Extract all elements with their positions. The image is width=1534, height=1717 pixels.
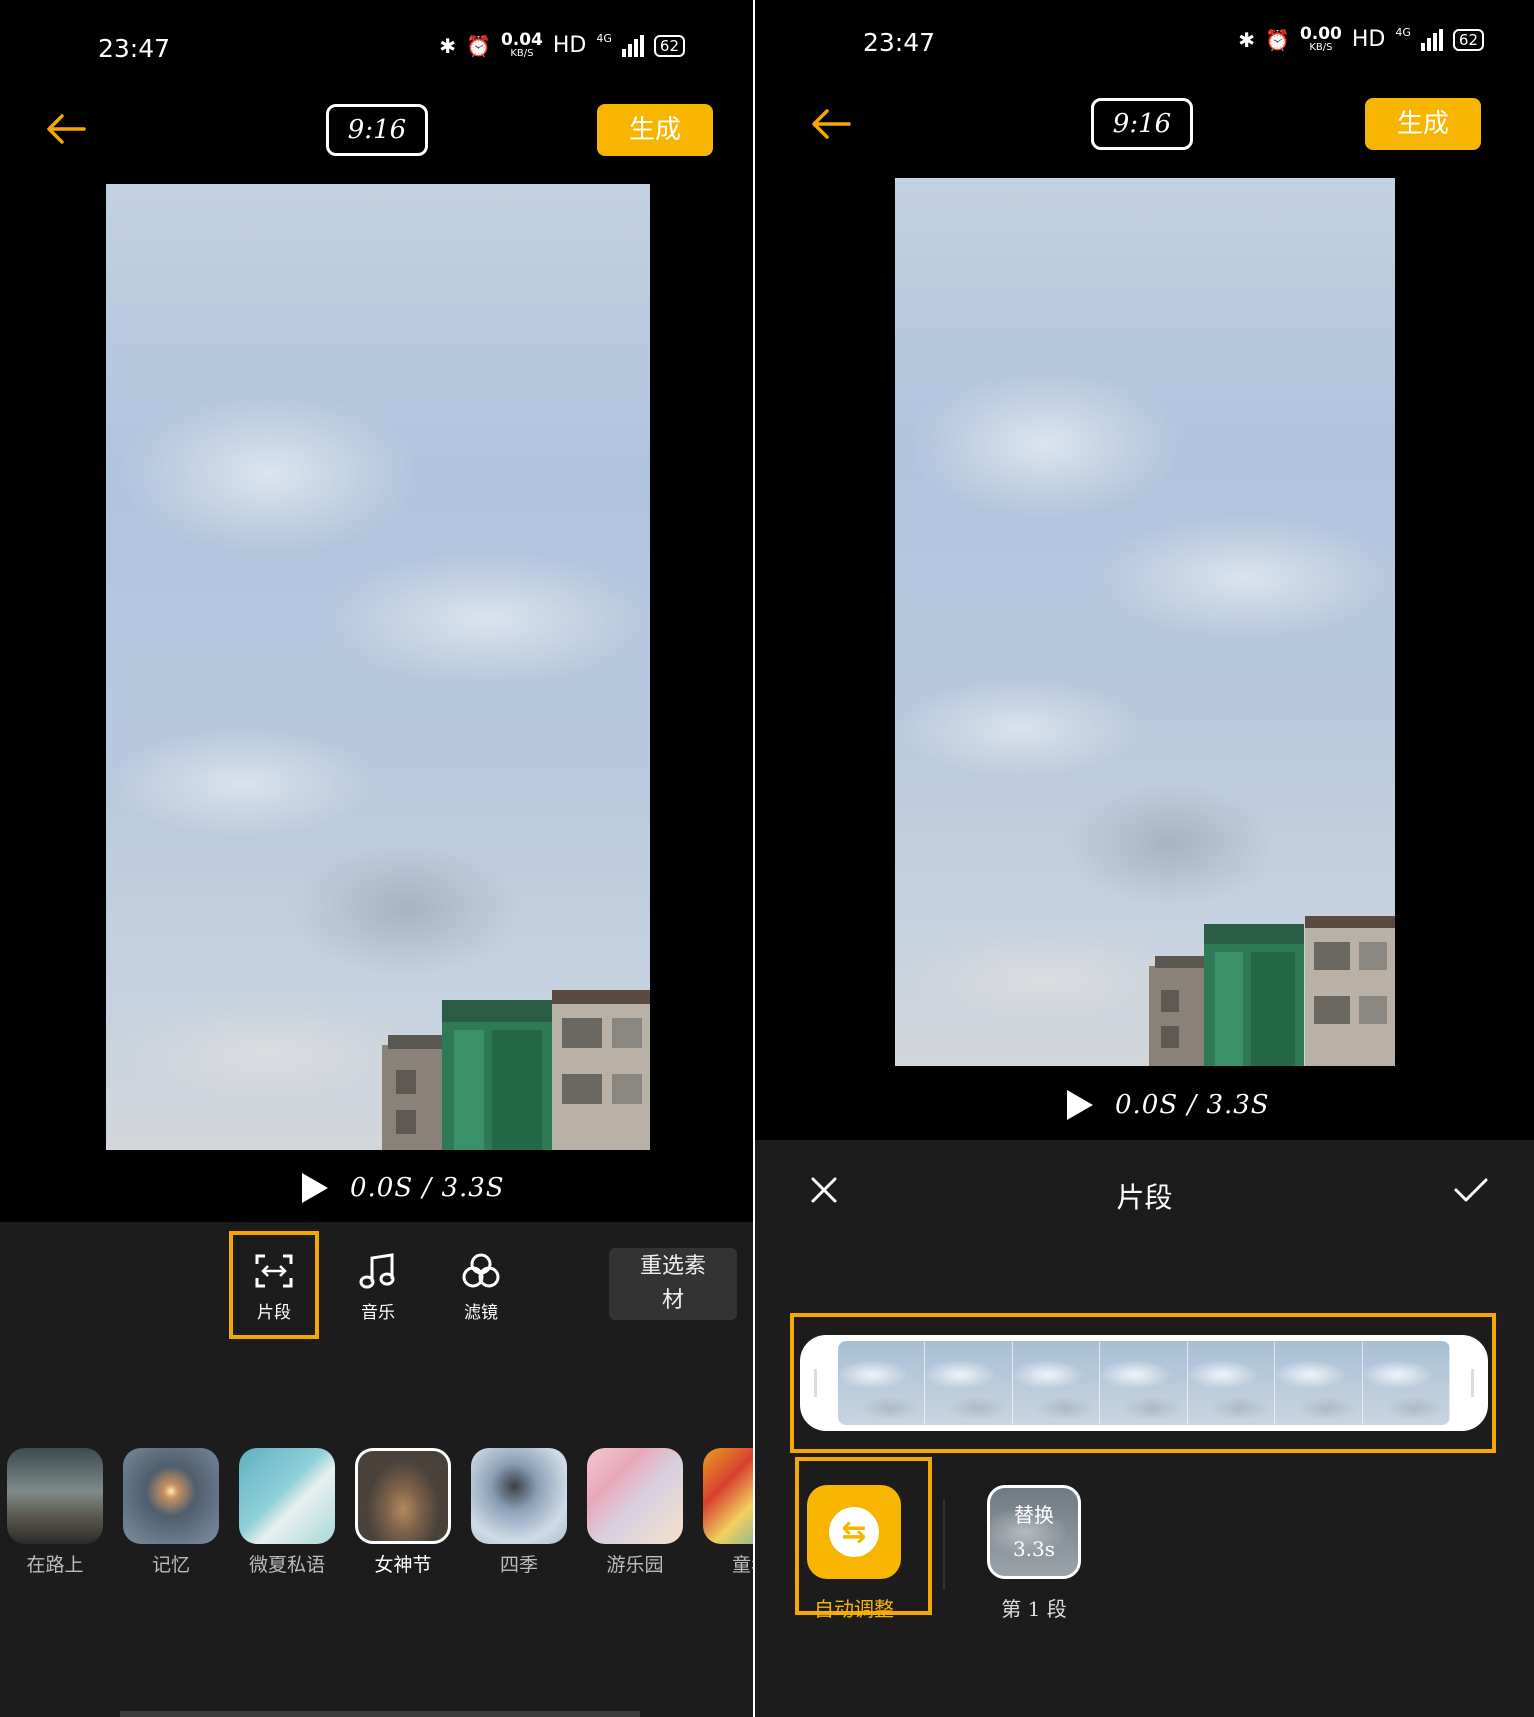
template-item[interactable]: 游乐园 — [587, 1448, 683, 1577]
template-item[interactable]: 微夏私语 — [239, 1448, 335, 1577]
network-type: 4G — [596, 32, 612, 45]
status-time: 23:47 — [863, 28, 936, 57]
video-preview[interactable] — [106, 184, 650, 1150]
status-icons: ✱ ⏰ 0.04 KB/S HD 4G 62 — [439, 32, 685, 59]
playback-controls: 0.0S / 3.3S — [1067, 1090, 1270, 1120]
clip-timeline-strip[interactable] — [800, 1335, 1488, 1431]
template-thumbnail — [355, 1448, 451, 1544]
filter-icon — [462, 1253, 500, 1288]
status-time: 23:47 — [98, 34, 171, 63]
swap-arrows-icon: ⇆ — [829, 1507, 879, 1557]
separator — [943, 1500, 945, 1590]
tool-music[interactable]: 音乐 — [338, 1252, 418, 1323]
trim-handle-left[interactable] — [814, 1369, 817, 1397]
network-type: 4G — [1395, 26, 1411, 39]
timeline-frames — [838, 1341, 1450, 1425]
play-icon[interactable] — [1067, 1090, 1093, 1120]
template-scrollbar[interactable] — [120, 1711, 640, 1717]
signal-icon — [1420, 28, 1443, 51]
segment-duration: 3.3s — [1012, 1537, 1056, 1561]
tool-label: 音乐 — [361, 1303, 395, 1323]
timeline-frame — [1362, 1341, 1450, 1425]
aspect-ratio-button[interactable]: 9:16 — [326, 104, 428, 156]
battery-icon: 62 — [1452, 28, 1484, 51]
replace-label: 替换 — [1014, 1503, 1054, 1527]
back-arrow-icon[interactable] — [811, 107, 851, 141]
template-item-selected[interactable]: 女神节 — [355, 1448, 451, 1577]
status-bar: 23:47 ✱ ⏰ 0.04 KB/S HD 4G 62 — [0, 20, 755, 80]
bluetooth-icon: ✱ — [1238, 27, 1256, 52]
tool-label: 滤镜 — [464, 1303, 498, 1323]
timeline-frame — [1187, 1341, 1276, 1425]
template-thumbnail — [239, 1448, 335, 1544]
segment-label: 第 1 段 — [1001, 1597, 1067, 1621]
highlight-box — [229, 1231, 319, 1339]
edit-toolbar-sheet: 片段 音乐 滤镜 重选素 材 在路上 记忆 微夏私语 女神节 四季 游乐园 童 — [0, 1222, 755, 1717]
play-icon[interactable] — [302, 1173, 328, 1203]
timeline-frame — [838, 1341, 926, 1425]
music-note-icon — [359, 1253, 395, 1289]
status-icons: ✱ ⏰ 0.00 KB/S HD 4G 62 — [1238, 26, 1484, 53]
hd-badge: HD — [1351, 27, 1386, 52]
segment-item[interactable]: 替换 3.3s 第 1 段 — [987, 1485, 1081, 1622]
editor-screen-left: 23:47 ✱ ⏰ 0.04 KB/S HD 4G 62 9:16 生成 0.0… — [0, 0, 755, 1717]
tool-filter[interactable]: 滤镜 — [441, 1252, 521, 1323]
alarm-icon: ⏰ — [1265, 27, 1290, 52]
playback-controls: 0.0S / 3.3S — [302, 1173, 505, 1203]
generate-button[interactable]: 生成 — [1365, 98, 1481, 150]
clip-edit-sheet: 片段 ⇆ 自动调整 替换 3.3s 第 1 段 — [755, 1140, 1534, 1717]
auto-adjust-button[interactable]: ⇆ 自动调整 — [807, 1485, 901, 1622]
playback-time: 0.0S / 3.3S — [350, 1173, 505, 1203]
template-item[interactable]: 记忆 — [123, 1448, 219, 1577]
trim-handle-right[interactable] — [1471, 1369, 1474, 1397]
timeline-frame — [1100, 1341, 1188, 1425]
segment-thumbnail: 替换 3.3s — [987, 1485, 1081, 1579]
template-thumbnail — [587, 1448, 683, 1544]
template-thumbnail — [7, 1448, 103, 1544]
net-speed: 0.04 KB/S — [500, 30, 543, 59]
editor-screen-right: 23:47 ✱ ⏰ 0.00 KB/S HD 4G 62 9:16 生成 0.0… — [755, 0, 1534, 1717]
aspect-ratio-button[interactable]: 9:16 — [1091, 98, 1193, 150]
back-arrow-icon[interactable] — [46, 112, 86, 146]
template-thumbnail — [471, 1448, 567, 1544]
playback-time: 0.0S / 3.3S — [1115, 1090, 1270, 1120]
video-preview[interactable] — [895, 178, 1395, 1066]
auto-adjust-label: 自动调整 — [814, 1597, 894, 1621]
template-item[interactable]: 在路上 — [7, 1448, 103, 1577]
timeline-frame — [1012, 1341, 1101, 1425]
generate-button[interactable]: 生成 — [597, 104, 713, 156]
template-thumbnail — [123, 1448, 219, 1544]
net-speed: 0.00 KB/S — [1299, 24, 1342, 53]
sheet-title: 片段 — [1116, 1181, 1173, 1214]
signal-icon — [621, 34, 644, 57]
timeline-frame — [925, 1341, 1013, 1425]
hd-badge: HD — [552, 33, 587, 58]
status-bar: 23:47 ✱ ⏰ 0.00 KB/S HD 4G 62 — [755, 14, 1534, 74]
template-item[interactable]: 四季 — [471, 1448, 567, 1577]
battery-icon: 62 — [653, 34, 685, 57]
timeline-frame — [1275, 1341, 1363, 1425]
reselect-material-button[interactable]: 重选素 材 — [609, 1248, 737, 1320]
template-item[interactable]: 童年 — [703, 1448, 755, 1577]
bluetooth-icon: ✱ — [439, 33, 457, 58]
building-image — [1149, 916, 1395, 1066]
check-icon[interactable] — [1453, 1176, 1489, 1204]
template-thumbnail — [703, 1448, 755, 1544]
alarm-icon: ⏰ — [466, 33, 491, 58]
building-image — [382, 990, 650, 1150]
